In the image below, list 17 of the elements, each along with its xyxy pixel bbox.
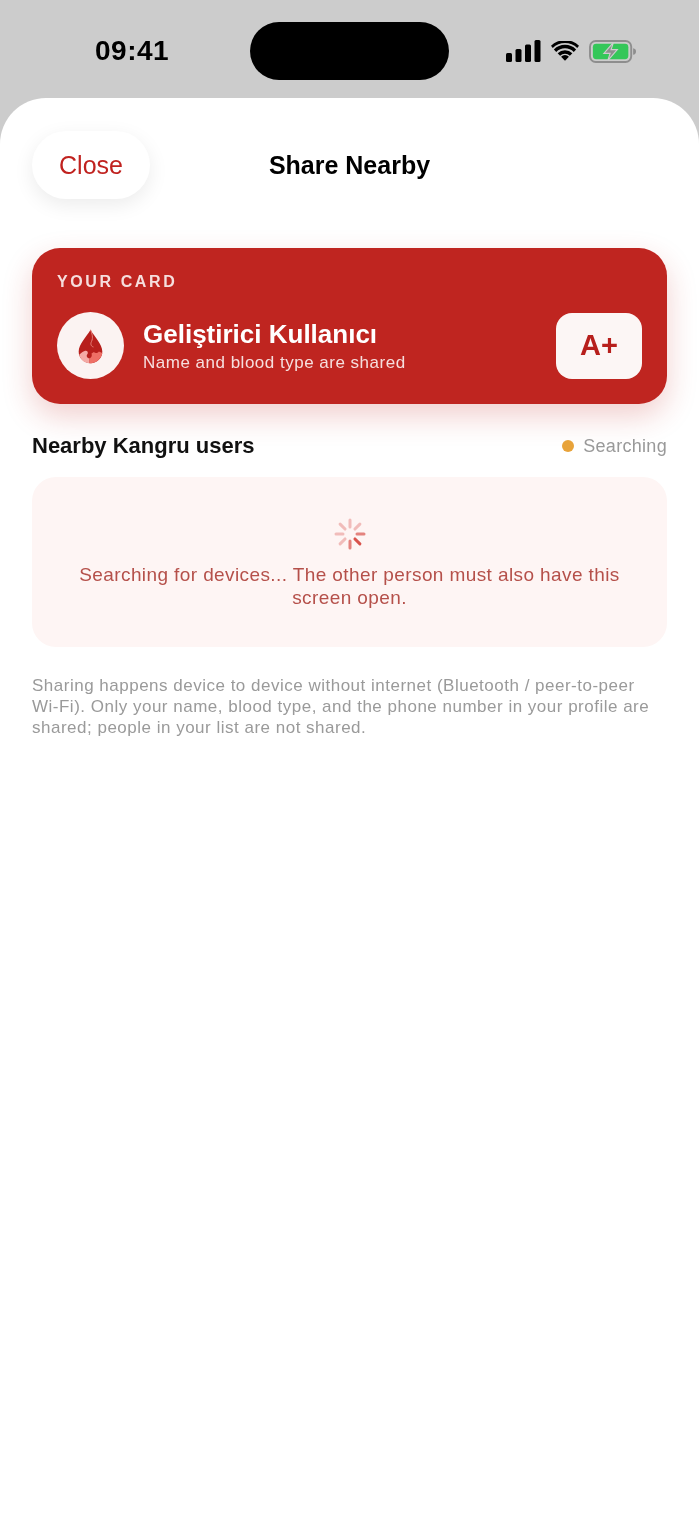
user-name: Geliştirici Kullanıcı bbox=[143, 318, 379, 350]
section-title: Nearby Kangru users bbox=[32, 433, 255, 459]
cellular-signal-icon bbox=[506, 40, 541, 62]
status-dot-icon bbox=[562, 440, 575, 452]
blood-type-badge: A+ bbox=[556, 312, 642, 379]
sheet-title: Share Nearby bbox=[268, 150, 431, 180]
blood-drop-icon bbox=[57, 312, 124, 379]
empty-state-message: Searching for devices... The other person must also have this screen open. bbox=[78, 563, 621, 609]
wifi-icon bbox=[551, 41, 579, 61]
status-time: 09:41 bbox=[95, 35, 170, 67]
footer-note: Sharing happens device to device without internet (Bluetooth / peer-to-peer Wi-Fi). Only your name, blood type, and the phone number in your profile are shared; people in your list are not shared. bbox=[32, 675, 651, 738]
status-label: Searching bbox=[583, 435, 667, 457]
card-label: YOUR CARD bbox=[57, 274, 179, 290]
charging-battery-icon bbox=[589, 39, 637, 63]
card-subtitle: Name and blood type are shared bbox=[143, 352, 407, 373]
close-button[interactable]: Close bbox=[32, 131, 150, 199]
loading-spinner-icon bbox=[333, 518, 366, 550]
